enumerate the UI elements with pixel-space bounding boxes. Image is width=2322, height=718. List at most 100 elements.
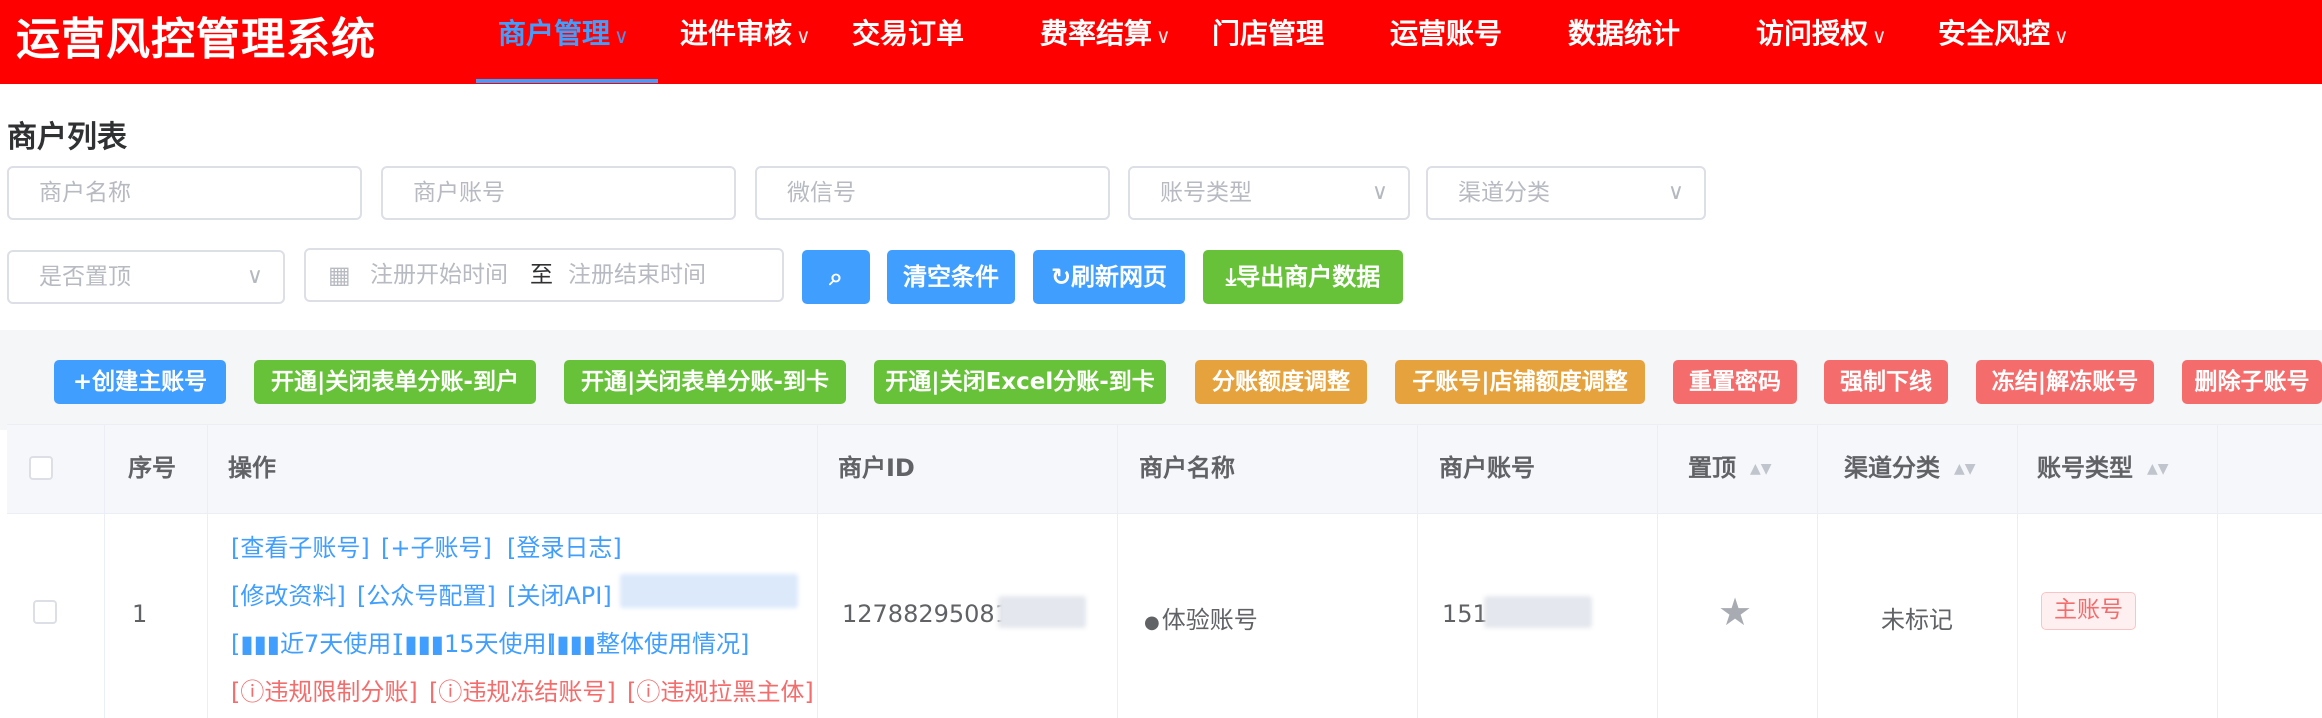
force-logout-button[interactable]: 强制下线 [1824,360,1948,404]
violation-blacklist-link[interactable]: [ⓘ违规拉黑主体] [627,672,814,707]
sort-icon[interactable]: ▲▼ [1750,462,1772,476]
nav-label: 数据统计 [1568,17,1681,50]
view-sub-accounts-link[interactable]: [查看子账号] [231,528,370,563]
nav-onboarding-review[interactable]: 进件审核 ∨ [680,0,811,84]
button-label: 刷新网页 [1071,263,1168,291]
placeholder: 账号类型 [1160,180,1252,206]
button-label: 导出商户数据 [1236,263,1381,291]
clear-conditions-button[interactable]: 清空条件 [887,250,1015,304]
close-api-link[interactable]: [关闭API] [507,576,612,611]
column-divider [2217,424,2218,718]
violation-freeze-account-link[interactable]: [ⓘ违规冻结账号] [429,672,616,707]
split-to-card-button[interactable]: 开通|关闭表单分账-到卡 [564,360,846,404]
nav-label: 门店管理 [1212,17,1325,50]
login-log-link[interactable]: [登录日志] [507,528,622,563]
header-channel[interactable]: 渠道分类 ▲▼ [1844,424,1976,512]
usage-15-days-link[interactable]: [▮▮▮15天使用] [395,624,556,659]
split-to-account-button[interactable]: 开通|关闭表单分账-到户 [254,360,536,404]
wechat-input[interactable]: 微信号 [755,166,1110,220]
nav-label: 进件审核 [680,17,793,50]
register-date-range[interactable]: ▦ 注册开始时间 至 注册结束时间 [304,248,784,302]
excel-split-to-card-button[interactable]: 开通|关闭Excel分账-到卡 [874,360,1166,404]
placeholder: 微信号 [787,180,856,206]
nav-label: 安全风控 [1938,17,2051,50]
row-index: 1 [132,600,148,628]
sort-icon[interactable]: ▲▼ [1954,462,1976,476]
page-title: 商户列表 [7,120,127,155]
nav-access-authorization[interactable]: 访问授权 ∨ [1756,0,1887,84]
user-icon: ● [1144,612,1160,633]
nav-active-indicator [476,79,658,83]
export-merchant-data-button[interactable]: ⤓导出商户数据 [1203,250,1403,304]
header-merchant-account: 商户账号 [1439,454,1535,482]
row-checkbox[interactable] [33,600,57,624]
top-navbar: 运营风控管理系统 商户管理 ∨ 进件审核 ∨ 交易订单 费率结算 ∨ 门店管理 运营账… [0,0,2322,84]
refresh-icon: ↻ [1050,263,1072,291]
header-pinned[interactable]: 置顶 ▲▼ [1688,424,1772,512]
sub-account-quota-button[interactable]: 子账号|店铺额度调整 [1395,360,1645,404]
sort-icon[interactable]: ▲▼ [2147,462,2169,476]
header-account-type[interactable]: 账号类型 ▲▼ [2037,424,2169,512]
placeholder: 商户名称 [39,180,131,206]
nav-security-risk[interactable]: 安全风控 ∨ [1938,0,2069,84]
chevron-down-icon: ∨ [796,24,811,48]
chevron-down-icon: ∨ [614,24,629,48]
nav-label: 交易订单 [852,17,965,50]
channel-select[interactable]: 渠道分类 ∨ [1426,166,1706,220]
reset-password-button[interactable]: 重置密码 [1673,360,1797,404]
nav-trade-orders[interactable]: 交易订单 [852,0,964,84]
nav-store-management[interactable]: 门店管理 [1212,0,1324,84]
date-end-placeholder[interactable]: 注册结束时间 [568,250,706,300]
nav-label: 商户管理 [498,17,611,50]
redacted-link [620,574,798,608]
column-divider [2017,424,2018,718]
date-start-placeholder[interactable]: 注册开始时间 [370,250,508,300]
overall-usage-link[interactable]: [▮▮▮整体使用情况] [547,624,749,659]
calendar-icon: ▦ [328,261,351,289]
redacted-value [1484,596,1592,628]
merchant-account-input[interactable]: 商户账号 [381,166,736,220]
split-quota-button[interactable]: 分账额度调整 [1195,360,1367,404]
channel-value: 未标记 [1881,606,1953,634]
violation-limit-split-link[interactable]: [ⓘ违规限制分账] [231,672,418,707]
account-type-tag: 主账号 [2041,592,2136,630]
pin-star-icon[interactable]: ★ [1718,592,1752,632]
column-divider [104,424,105,718]
add-sub-account-link[interactable]: [+子账号] [381,528,492,563]
chevron-down-icon: ∨ [2054,24,2069,48]
header-label: 账号类型 [2037,454,2133,482]
chevron-down-icon: ∨ [1156,24,1171,48]
account-type-select[interactable]: 账号类型 ∨ [1128,166,1410,220]
column-divider [1117,424,1118,718]
refresh-page-button[interactable]: ↻刷新网页 [1033,250,1185,304]
chevron-down-icon: ∨ [1667,180,1684,205]
merchant-name-value: ●体验账号 [1144,600,1258,635]
select-all-checkbox[interactable] [29,456,53,480]
nav-label: 费率结算 [1040,17,1153,50]
usage-7-days-link[interactable]: [▮▮▮近7天使用] [231,624,401,659]
search-button[interactable]: ⌕ [802,250,870,304]
pinned-select[interactable]: 是否置顶 ∨ [7,250,285,304]
app-brand: 运营风控管理系统 [16,14,376,65]
merchant-account-value: 151 [1442,600,1488,628]
header-label: 渠道分类 [1844,454,1940,482]
merchant-name-input[interactable]: 商户名称 [7,166,362,220]
freeze-account-button[interactable]: 冻结|解冻账号 [1976,360,2154,404]
edit-profile-link[interactable]: [修改资料] [231,576,346,611]
nav-operation-accounts[interactable]: 运营账号 [1390,0,1502,84]
search-icon: ⌕ [829,263,843,291]
chevron-down-icon: ∨ [1371,180,1388,205]
nav-merchant-management[interactable]: 商户管理 ∨ [498,0,629,84]
create-main-account-button[interactable]: +创建主账号 [54,360,226,404]
download-icon: ⤓ [1225,263,1237,291]
column-divider [1657,424,1658,718]
nav-fee-settlement[interactable]: 费率结算 ∨ [1040,0,1171,84]
delete-sub-account-button[interactable]: 删除子账号 [2182,360,2322,404]
official-account-config-link[interactable]: [公众号配置] [357,576,496,611]
header-operation: 操作 [228,454,276,482]
chevron-down-icon: ∨ [246,264,263,289]
header-label: 置顶 [1688,454,1736,482]
nav-statistics[interactable]: 数据统计 [1568,0,1680,84]
nav-label: 访问授权 [1756,17,1869,50]
placeholder: 渠道分类 [1458,180,1550,206]
